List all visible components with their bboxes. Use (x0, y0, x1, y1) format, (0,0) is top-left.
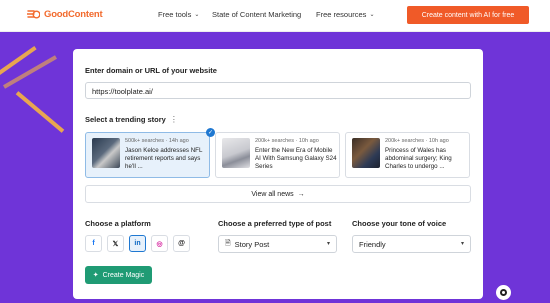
linkedin-icon[interactable]: in (129, 235, 146, 252)
content-generator-card: Enter domain or URL of your website http… (73, 49, 483, 299)
view-all-news-button[interactable]: View all news → (85, 185, 471, 203)
more-options-icon[interactable]: ⋮ (170, 115, 178, 124)
nav-label: Free resources (316, 10, 367, 19)
nav-free-tools[interactable]: Free tools ⌄ (158, 10, 199, 19)
platform-label: Choose a platform (85, 219, 151, 228)
brand-logo[interactable]: GoodContent (27, 9, 103, 20)
sparkle-icon: ✦ (92, 272, 99, 279)
tone-select[interactable]: Friendly ▾ (352, 235, 471, 253)
chevron-down-icon: ▾ (326, 241, 330, 247)
story-title: Princess of Wales has abdominal surgery;… (385, 147, 452, 170)
story-meta: 200k+ searches · 10h ago (385, 138, 449, 144)
nav-label: Free tools (158, 10, 192, 19)
check-icon: ✓ (206, 128, 215, 137)
chat-icon (500, 289, 507, 296)
nav-label: State of Content Marketing (212, 10, 302, 19)
instagram-icon[interactable]: ◎ (151, 235, 168, 252)
decorative-stripe (15, 91, 65, 133)
trending-story-label-text: Select a trending story (85, 115, 166, 124)
view-all-news-label: View all news (251, 190, 294, 198)
threads-icon[interactable]: @ (173, 235, 190, 252)
arrow-right-icon: → (297, 190, 305, 198)
domain-input[interactable]: https://toolplate.ai/ (85, 82, 471, 99)
document-icon: 🗎 (225, 239, 231, 247)
tone-value: Friendly (359, 239, 386, 249)
chevron-down-icon: ⌄ (369, 12, 375, 18)
story-card[interactable]: 200k+ searches · 10h ago Princess of Wal… (345, 132, 470, 178)
platform-selector: f 𝕏 in ◎ @ (85, 235, 190, 252)
story-card[interactable]: 200k+ searches · 10h ago Enter the New E… (215, 132, 340, 178)
create-magic-label: Create Magic (102, 271, 145, 279)
chevron-down-icon: ⌄ (194, 12, 200, 18)
domain-label: Enter domain or URL of your website (85, 66, 217, 75)
facebook-icon[interactable]: f (85, 235, 102, 252)
nav-free-resources[interactable]: Free resources ⌄ (316, 10, 374, 19)
create-content-cta-button[interactable]: Create content with AI for free (407, 6, 529, 24)
x-icon[interactable]: 𝕏 (107, 235, 124, 252)
chevron-down-icon: ▾ (460, 241, 464, 247)
trending-story-label: Select a trending story ⋮ (85, 115, 178, 124)
tone-label: Choose your tone of voice (352, 219, 447, 228)
decorative-stripe (3, 55, 57, 89)
story-thumbnail (92, 138, 120, 168)
post-type-select[interactable]: 🗎 Story Post ▾ (218, 235, 337, 253)
brand-name: GoodContent (44, 9, 103, 20)
post-type-value: Story Post (234, 239, 270, 249)
story-thumbnail (222, 138, 250, 168)
post-type-label: Choose a preferred type of post (218, 219, 332, 228)
story-meta: 500k+ searches · 14h ago (125, 138, 189, 144)
story-thumbnail (352, 138, 380, 168)
logo-icon (27, 10, 40, 19)
nav-state-of-content-marketing[interactable]: State of Content Marketing (212, 10, 301, 19)
story-title: Enter the New Era of Mobile AI With Sams… (255, 147, 337, 170)
top-navigation-bar: GoodContent Free tools ⌄ State of Conten… (0, 0, 550, 32)
story-title: Jason Kelce addresses NFL retirement rep… (125, 147, 203, 170)
story-card[interactable]: 500k+ searches · 14h ago Jason Kelce add… (85, 132, 210, 178)
help-chat-button[interactable] (496, 285, 511, 300)
story-meta: 200k+ searches · 10h ago (255, 138, 319, 144)
create-magic-button[interactable]: ✦ Create Magic (85, 266, 152, 284)
